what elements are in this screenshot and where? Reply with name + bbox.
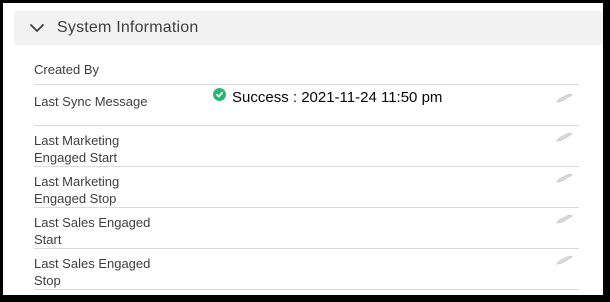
field-last-marketing-engaged-stop: Last Marketing Engaged Stop xyxy=(34,167,579,208)
field-label: Created By xyxy=(34,62,100,77)
record-detail-panel: System Information Created By Last Sync … xyxy=(3,3,603,295)
field-last-sales-engaged-stop: Last Sales Engaged Stop xyxy=(34,249,579,290)
pencil-edit-icon[interactable] xyxy=(556,172,574,184)
pencil-edit-icon[interactable] xyxy=(556,254,574,266)
field-label: Last Sales Engaged Start xyxy=(34,215,151,247)
section-header-system-information[interactable]: System Information xyxy=(14,11,603,45)
field-label: Last Marketing Engaged Start xyxy=(34,133,120,165)
field-list: Created By Last Sync Message Success : 2… xyxy=(34,55,579,290)
section-title: System Information xyxy=(57,19,199,36)
field-last-sync-message: Last Sync Message Success : 2021-11-24 1… xyxy=(34,85,579,126)
field-label: Last Sales Engaged Stop xyxy=(34,256,151,288)
chevron-down-icon xyxy=(27,18,47,38)
field-label: Last Sync Message xyxy=(34,94,148,109)
field-value: Success : 2021-11-24 11:50 pm xyxy=(213,88,443,106)
field-label: Last Marketing Engaged Stop xyxy=(34,174,120,206)
success-check-icon xyxy=(213,88,226,101)
pencil-edit-icon[interactable] xyxy=(556,131,574,143)
pencil-edit-icon[interactable] xyxy=(556,92,574,104)
field-last-sales-engaged-start: Last Sales Engaged Start xyxy=(34,208,579,249)
pencil-edit-icon[interactable] xyxy=(556,213,574,225)
last-sync-message-text: Success : 2021-11-24 11:50 pm xyxy=(232,89,443,106)
field-created-by: Created By xyxy=(34,55,579,85)
field-last-marketing-engaged-start: Last Marketing Engaged Start xyxy=(34,126,579,167)
